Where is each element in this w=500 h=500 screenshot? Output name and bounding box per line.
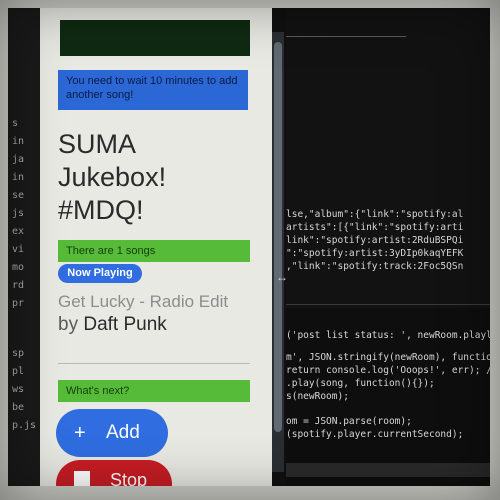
current-artist: Daft Punk [83,314,167,335]
line-number: s [12,118,19,129]
line-number: in [12,136,25,147]
console-line: s(newRoom); [286,391,349,402]
console-line: om = JSON.parse(room); [286,416,412,427]
line-number: sp [12,348,25,359]
code-line: lse,"album":{"link":"spotify:al [286,209,464,220]
code-line: ───────────────────── [286,32,407,43]
wait-notice-text: You need to wait 10 minutes to add anoth… [66,75,238,101]
panel-scrollbar[interactable] [272,32,284,472]
stop-icon [74,471,90,486]
code-editor: ───────────────────── lse,"album":{"link… [286,8,490,486]
console-line: (spotify.player.currentSecond); [286,429,464,440]
divider [58,363,250,364]
song-count-text: There are 1 songs [66,245,156,257]
console-line: .play(song, function(){}); [286,378,435,389]
console-panel: ('post list status: ', newRoom.playlist)… [286,308,490,486]
line-number: vi [12,244,25,255]
left-editor-strip: s in ja in se js ex vi mo rd pr sp pl ws… [8,8,40,486]
code-line: ,"link":"spotify:track:2Foc5QSn [286,261,464,272]
title-line: Jukebox! [58,162,167,192]
line-number: ws [12,384,25,395]
now-playing-label: Now Playing [67,267,133,279]
wait-notice: You need to wait 10 minutes to add anoth… [58,70,248,110]
now-playing-badge: Now Playing [58,264,142,283]
line-number: rd [12,280,25,291]
plus-icon: + [74,422,86,444]
line-number: mo [12,262,25,273]
photo-frame: s in ja in se js ex vi mo rd pr sp pl ws… [0,0,500,500]
title-line: #MDQ! [58,195,144,225]
top-bar [60,20,250,56]
line-number: be [12,402,25,413]
line-number: js [12,208,25,219]
code-line: ":"spotify:artist:3yDIp0kaqYEFK [286,248,464,259]
add-button[interactable]: + Add [56,409,168,457]
line-number: pl [12,366,25,377]
line-number: ja [12,154,25,165]
line-number: p.js [12,420,37,431]
console-line: m', JSON.stringify(newRoom), function (e… [286,352,490,363]
monitor-screen: s in ja in se js ex vi mo rd pr sp pl ws… [8,8,490,486]
line-number: se [12,190,25,201]
line-number: in [12,172,25,183]
code-line: artists":[{"link":"spotify:arti [286,222,464,233]
console-line: ('post list status: ', newRoom.playlist)… [286,330,490,341]
code-line: link":"spotify:artist:2RduBSPQi [286,235,464,246]
by-label: by [58,314,79,335]
whats-next-bar: What's next? [58,380,250,402]
status-bar [286,463,490,477]
console-separator [286,304,490,305]
line-number: ex [12,226,25,237]
stop-button[interactable]: Stop [56,460,172,486]
song-count-badge: There are 1 songs [58,240,250,262]
current-artist-line: by Daft Punk [58,314,167,336]
current-song-title: Get Lucky - Radio Edit [58,292,229,311]
scrollbar-thumb[interactable] [274,42,282,432]
whats-next-text: What's next? [66,385,130,397]
line-number: pr [12,298,25,309]
console-line: return console.log('Ooops!', err); // [286,365,490,376]
stop-button-label: Stop [110,470,148,486]
add-button-label: Add [106,422,140,443]
jukebox-app-panel: You need to wait 10 minutes to add anoth… [40,8,272,486]
page-title: SUMA Jukebox! #MDQ! [58,128,268,227]
title-line: SUMA [58,129,137,159]
